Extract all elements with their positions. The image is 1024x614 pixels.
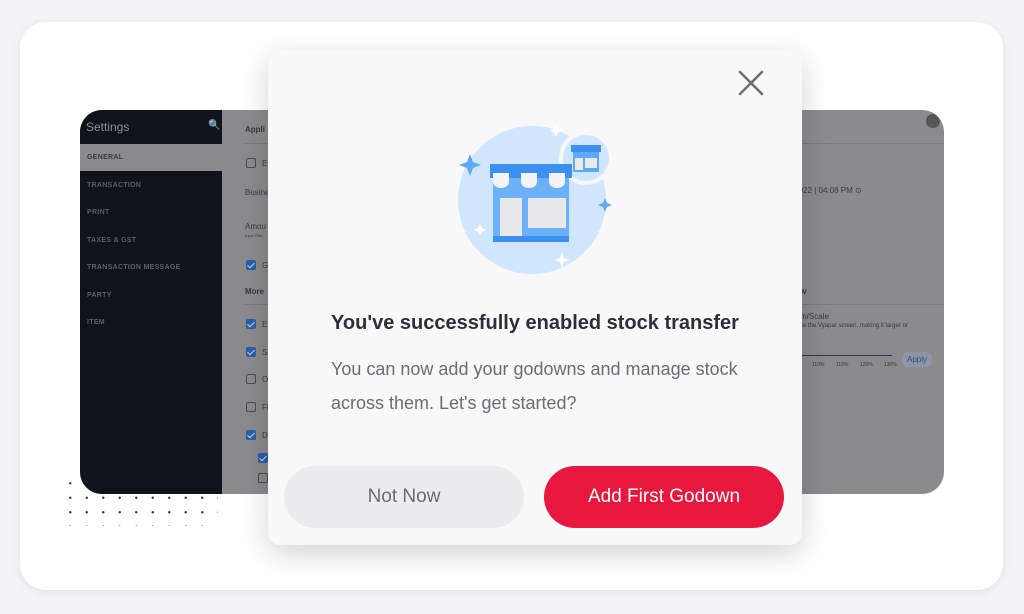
checkbox[interactable] [246,319,256,329]
close-icon[interactable] [736,68,766,98]
checkbox[interactable] [246,260,256,270]
search-icon[interactable]: 🔍 [208,120,220,131]
setting-label: Amou [245,222,266,231]
sidebar-item-taxes[interactable]: TAXES & GST [80,227,222,254]
section-heading: More [245,287,265,296]
store-illustration-icon [458,125,613,274]
sidebar-item-general[interactable]: GENERAL [80,144,222,171]
checkbox[interactable] [246,347,256,357]
sidebar-item-transaction[interactable]: TRANSACTION [80,172,222,199]
tick: 110% [812,362,825,368]
checkbox[interactable] [246,430,256,440]
zoom-description: ze the Vyapar screen, making it larger o… [800,323,908,329]
settings-sidebar: Settings 🔍 GENERAL TRANSACTION PRINT TAX… [80,110,222,494]
apply-button[interactable]: Apply [902,352,933,367]
sidebar-item-item[interactable]: ITEM [80,309,222,336]
sidebar-item-transaction-message[interactable]: TRANSACTION MESSAGE [80,254,222,281]
dialog-title: You've successfully enabled stock transf… [331,312,739,334]
dialog-message: You can now add your godowns and manage … [331,359,738,413]
close-icon[interactable] [926,114,940,128]
tick: 130% [884,362,897,368]
zoom-slider[interactable] [792,355,892,356]
sidebar-item-print[interactable]: PRINT [80,199,222,226]
date-time: /2022 | 04:08 PM ⊙ [792,186,862,195]
checkbox[interactable] [246,402,256,412]
setting-label: Busine [245,188,270,197]
checkbox[interactable] [258,473,268,483]
sidebar-title: Settings [86,120,130,134]
checkbox[interactable] [258,453,268,463]
checkbox[interactable] [246,158,256,168]
tick: 115% [836,362,849,368]
sidebar-item-party[interactable]: PARTY [80,282,222,309]
not-now-button[interactable]: Not Now [284,466,524,528]
add-first-godown-button[interactable]: Add First Godown [544,466,784,528]
checkbox[interactable] [246,374,256,384]
divider [792,304,942,305]
zoom-title: m/Scale [800,312,829,321]
section-heading: Appli [245,125,265,134]
tick: 120% [860,362,873,368]
setting-sublabel: (upto Elev [245,233,264,238]
stock-transfer-dialog: You've successfully enabled stock transf… [268,50,802,545]
